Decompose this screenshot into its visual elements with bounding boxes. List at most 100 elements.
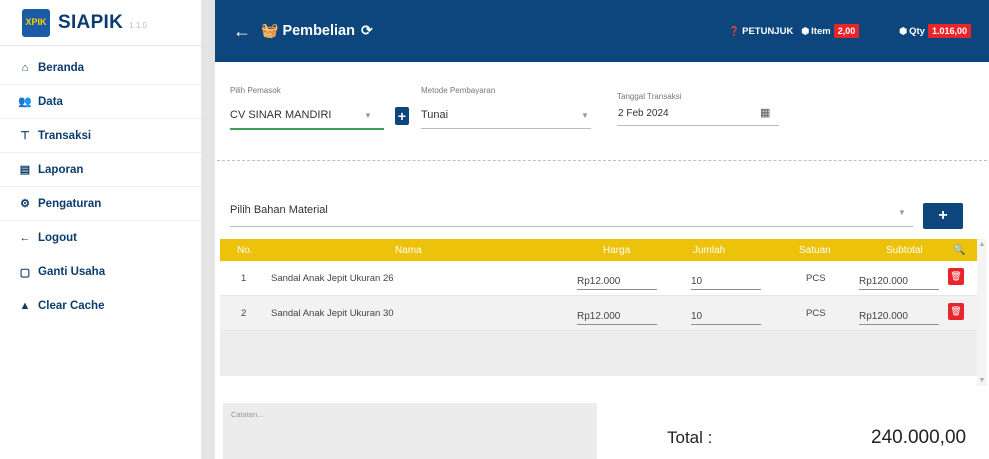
notes-textarea[interactable]: Catatan... (223, 403, 597, 459)
harga-input[interactable]: Rp12.000 (577, 268, 657, 290)
item-count-badge: 2,00 (833, 24, 860, 38)
supplier-underline (230, 128, 384, 130)
supplier-label: Pilih Pemasok (230, 86, 281, 95)
table-scrollbar[interactable]: ▲ ▼ (977, 239, 987, 386)
sidebar-item-label: Logout (38, 232, 77, 244)
section-divider (217, 160, 987, 161)
chevron-down-icon[interactable]: ▼ (581, 111, 589, 120)
cubes-icon: ⬢ (899, 25, 908, 36)
app-logo: XPIK (22, 8, 50, 37)
search-icon[interactable]: 🔍 (953, 245, 965, 256)
table-empty-area (220, 331, 977, 376)
delete-row-button[interactable]: 🗑 (948, 303, 964, 320)
col-harga: Harga (603, 244, 631, 256)
arrow-left-icon: ← (19, 232, 31, 244)
sidebar-item-transaksi[interactable]: ⊤ Transaksi (0, 119, 201, 153)
petunjuk-link[interactable]: ❓ PETUNJUK (729, 26, 793, 37)
back-arrow-icon[interactable]: ← (233, 22, 251, 40)
gears-icon: ⚙ (20, 198, 30, 210)
row-nama: Sandal Anak Jepit Ukuran 30 (271, 308, 394, 319)
row-satuan: PCS (806, 308, 826, 319)
subtotal-input[interactable]: Rp120.000 (859, 268, 939, 290)
add-material-button[interactable]: + (923, 203, 963, 229)
payment-select[interactable]: Tunai (421, 109, 448, 121)
trash-icon: 🗑 (950, 306, 962, 316)
app-name: SIAPIK (58, 11, 124, 33)
trash-icon: 🗑 (950, 271, 962, 281)
main-content: Pilih Pemasok CV SINAR MANDIRI ▼ + Metod… (215, 62, 989, 459)
date-label: Tanggal Transaksi (617, 92, 682, 101)
chevron-down-icon[interactable]: ▼ (364, 111, 372, 120)
item-count: ⬢ Item 2,00 (801, 24, 860, 38)
purchase-table: No. Nama Harga Jumlah Satuan Subtotal 🔍 … (220, 239, 977, 376)
supplier-select[interactable]: CV SINAR MANDIRI (230, 109, 331, 121)
sidebar: XPIK SIAPIK 1.1.0 ⌂ Beranda 👥 Data ⊤ Tra… (0, 0, 201, 459)
app-root: XPIK SIAPIK 1.1.0 ⌂ Beranda 👥 Data ⊤ Tra… (0, 0, 989, 459)
jumlah-input[interactable]: 10 (691, 303, 761, 325)
header-stats: ❓ PETUNJUK ⬢ Item 2,00 ⬢ Qty 1.016,00 (721, 24, 971, 38)
flask-icon: ▲ (19, 300, 31, 312)
col-subtotal: Subtotal (886, 244, 923, 256)
sidebar-item-label: Laporan (38, 163, 84, 176)
page-title: 🧺 Pembelian ⟳ (261, 22, 373, 39)
cart-icon: ⊤ (20, 130, 30, 142)
col-jumlah: Jumlah (693, 244, 726, 256)
row-satuan: PCS (806, 273, 826, 284)
sidebar-item-logout[interactable]: ← Logout (0, 221, 201, 255)
question-icon: ❓ (728, 25, 741, 36)
sidebar-item-label: Transaksi (38, 129, 92, 142)
scroll-up-icon[interactable]: ▲ (977, 241, 987, 248)
total-value: 240.000,00 (871, 427, 967, 448)
box-icon: ⬢ (801, 25, 810, 36)
sidebar-item-clear-cache[interactable]: ▲ Clear Cache (0, 289, 201, 323)
add-supplier-button[interactable]: + (395, 107, 409, 125)
sidebar-item-label: Data (38, 95, 63, 108)
qty-badge: 1.016,00 (927, 24, 971, 38)
app-version: 1.1.0 (129, 21, 147, 30)
chevron-down-icon[interactable]: ▼ (898, 208, 906, 217)
sidebar-divider (201, 0, 215, 459)
row-no: 1 (241, 273, 247, 284)
date-input[interactable]: 2 Feb 2024 (618, 108, 669, 119)
sidebar-item-data[interactable]: 👥 Data (0, 85, 201, 119)
sidebar-item-label: Clear Cache (38, 300, 105, 312)
sidebar-item-label: Beranda (38, 61, 85, 74)
sidebar-item-pengaturan[interactable]: ⚙ Pengaturan (0, 187, 201, 221)
sidebar-item-laporan[interactable]: ▤ Laporan (0, 153, 201, 187)
delete-row-button[interactable]: 🗑 (948, 268, 964, 285)
subtotal-input[interactable]: Rp120.000 (859, 303, 939, 325)
sidebar-item-ganti-usaha[interactable]: ▢ Ganti Usaha (0, 255, 201, 289)
total-label: Total : (667, 428, 713, 447)
refresh-icon[interactable]: ⟳ (361, 22, 373, 39)
sidebar-item-label: Ganti Usaha (38, 266, 106, 278)
people-icon: 👥 (18, 96, 32, 108)
brand: XPIK SIAPIK 1.1.0 (0, 0, 201, 46)
sidebar-item-label: Pengaturan (38, 197, 102, 210)
store-icon: ⌂ (21, 61, 29, 74)
sidebar-item-beranda[interactable]: ⌂ Beranda (0, 51, 201, 85)
table-header: No. Nama Harga Jumlah Satuan Subtotal 🔍 (220, 239, 977, 261)
item-label: Item (811, 25, 831, 37)
table-row: 2 Sandal Anak Jepit Ukuran 30 Rp12.000 1… (220, 296, 977, 331)
qty-label: Qty (909, 25, 925, 37)
material-select[interactable]: Pilih Bahan Material (230, 204, 328, 216)
page-title-text: Pembelian (282, 22, 355, 39)
date-underline (617, 125, 779, 126)
row-nama: Sandal Anak Jepit Ukuran 26 (271, 273, 394, 284)
basket-icon: 🧺 (261, 22, 279, 38)
sidebar-nav: ⌂ Beranda 👥 Data ⊤ Transaksi ▤ Laporan ⚙… (0, 51, 201, 323)
report-icon: ▤ (19, 164, 31, 176)
petunjuk-label: PETUNJUK (742, 25, 794, 37)
top-header: ← 🧺 Pembelian ⟳ ❓ PETUNJUK ⬢ Item 2,00 ⬢… (215, 0, 989, 62)
col-nama: Nama (395, 244, 422, 256)
col-no: No. (237, 244, 253, 256)
scroll-down-icon[interactable]: ▼ (977, 377, 987, 384)
calendar-icon[interactable]: ▦ (760, 106, 770, 119)
table-row: 1 Sandal Anak Jepit Ukuran 26 Rp12.000 1… (220, 261, 977, 296)
material-underline (230, 226, 913, 227)
payment-underline (421, 128, 591, 129)
harga-input[interactable]: Rp12.000 (577, 303, 657, 325)
col-satuan: Satuan (799, 244, 831, 256)
jumlah-input[interactable]: 10 (691, 268, 761, 290)
payment-label: Metode Pembayaran (421, 86, 496, 95)
